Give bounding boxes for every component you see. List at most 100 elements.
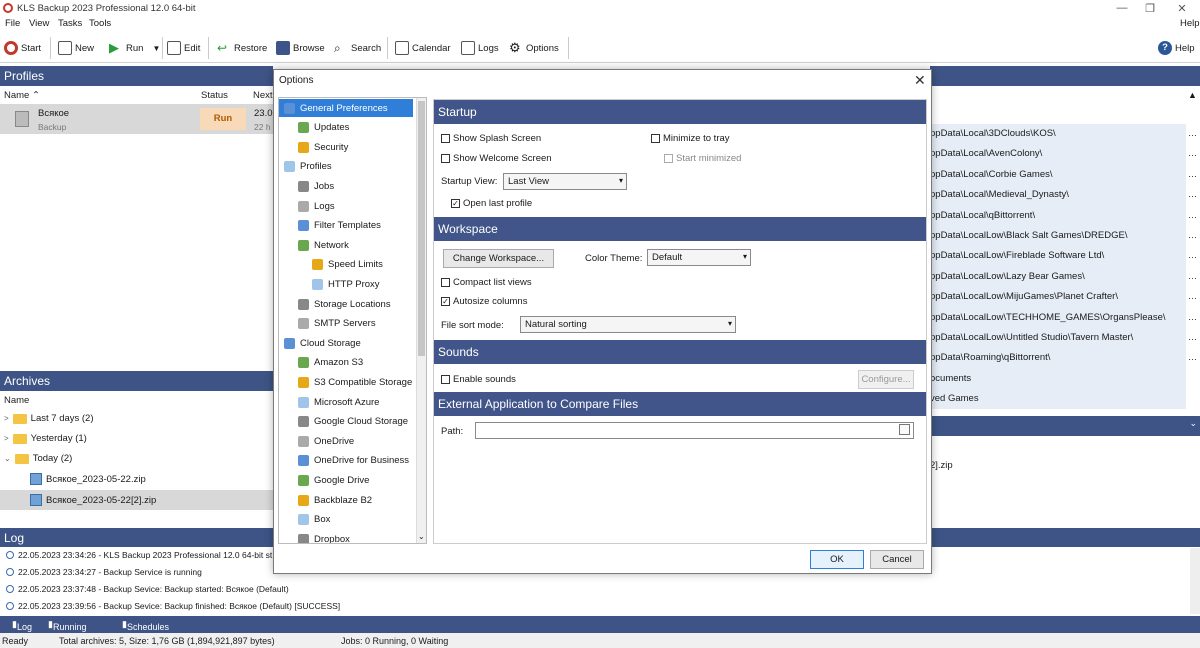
new-button[interactable]: New [58, 39, 94, 57]
compact-list-checkbox[interactable]: Compact list views [441, 277, 532, 288]
nav-item-network[interactable]: Network [296, 236, 353, 254]
menu-help[interactable]: Help [1180, 18, 1200, 29]
archive-file[interactable]: Всякое_2023-05-22.zip [30, 473, 146, 485]
nav-item-storage-locations[interactable]: Storage Locations [296, 295, 395, 313]
start-button[interactable]: Start [4, 39, 41, 57]
nav-item-box[interactable]: Box [296, 511, 334, 529]
column-name[interactable]: Name ⌃ [4, 90, 40, 101]
right-path-item[interactable]: ppData\LocalLow\Black Salt Games\DREDGE\ [930, 230, 1127, 241]
right-path-item[interactable]: ved Games [930, 393, 979, 404]
path-browse-button[interactable]: … [1188, 189, 1197, 199]
nav-item-speed-limits[interactable]: Speed Limits [310, 256, 387, 274]
path-browse-button[interactable]: … [1188, 210, 1197, 220]
menu-file[interactable]: File [5, 18, 20, 29]
nav-item-updates[interactable]: Updates [296, 119, 353, 137]
menu-view[interactable]: View [29, 18, 49, 29]
minimize-button[interactable]: — [1112, 2, 1132, 14]
path-browse-button[interactable]: … [1188, 230, 1197, 240]
nav-item-general-preferences[interactable]: General Preferences [279, 99, 413, 117]
nav-item-logs[interactable]: Logs [296, 197, 339, 215]
path-browse-button[interactable]: … [1188, 148, 1197, 158]
nav-item-amazon-s3[interactable]: Amazon S3 [296, 354, 367, 372]
archives-column-name[interactable]: Name [4, 395, 29, 406]
nav-scroll-thumb[interactable] [418, 101, 425, 356]
path-browse-button[interactable]: … [1188, 332, 1197, 342]
nav-item-http-proxy[interactable]: HTTP Proxy [310, 275, 384, 293]
show-welcome-checkbox[interactable]: Show Welcome Screen [441, 153, 552, 164]
nav-scroll-down-icon[interactable]: ⌄ [418, 532, 425, 541]
right-path-item[interactable]: ppData\Local\Corbie Games\ [930, 169, 1053, 180]
logs-button[interactable]: Logs [461, 39, 499, 57]
restore-button[interactable]: ↩ Restore [217, 39, 267, 57]
close-window-button[interactable]: ✕ [1172, 2, 1192, 15]
right-path-item[interactable]: ppData\LocalLow\Untitled Studio\Tavern M… [930, 332, 1133, 343]
startup-view-select[interactable]: Last View ▾ [503, 173, 627, 190]
nav-item-dropbox[interactable]: Dropbox [296, 530, 354, 543]
run-dropdown-icon[interactable]: ▼ [152, 44, 160, 53]
enable-sounds-checkbox[interactable]: Enable sounds [441, 374, 516, 385]
tab-schedules[interactable]: ▮ Schedules [122, 619, 169, 632]
nav-item-security[interactable]: Security [296, 138, 352, 156]
path-browse-button[interactable]: … [1188, 169, 1197, 179]
path-browse-button[interactable]: … [1188, 271, 1197, 281]
menu-tasks[interactable]: Tasks [58, 18, 82, 29]
right-scroll-up[interactable]: ▲ [1188, 90, 1197, 100]
browse-button[interactable]: Browse [276, 39, 325, 57]
file-sort-select[interactable]: Natural sorting ▾ [520, 316, 736, 333]
right-archive-file[interactable]: 2].zip [930, 460, 953, 471]
path-browse-button[interactable]: … [1188, 352, 1197, 362]
right-path-item[interactable]: ppData\LocalLow\MijuGames\Planet Crafter… [930, 291, 1118, 302]
menu-tools[interactable]: Tools [89, 18, 111, 29]
calendar-button[interactable]: Calendar [395, 39, 451, 57]
dialog-close-icon[interactable]: ✕ [914, 72, 926, 89]
options-button[interactable]: ⚙ Options [509, 39, 559, 57]
autosize-columns-checkbox[interactable]: ✓ Autosize columns [441, 296, 527, 307]
profile-run-button[interactable]: Run [200, 108, 246, 130]
start-minimized-checkbox[interactable]: Start minimized [664, 153, 741, 164]
right-path-item[interactable]: ppData\LocalLow\TECHHOME_GAMES\OrgansPle… [930, 312, 1166, 323]
open-last-profile-checkbox[interactable]: ✓ Open last profile [451, 198, 532, 209]
nav-item-google-drive[interactable]: Google Drive [296, 471, 373, 489]
nav-item-s3-compatible-storage[interactable]: S3 Compatible Storage [296, 373, 416, 391]
tab-log[interactable]: ▮ Log [12, 619, 32, 632]
archive-group-yesterday[interactable]: > Yesterday (1) [4, 433, 87, 444]
show-splash-checkbox[interactable]: Show Splash Screen [441, 133, 541, 144]
change-workspace-button[interactable]: Change Workspace... [443, 249, 554, 268]
nav-item-jobs[interactable]: Jobs [296, 177, 338, 195]
color-theme-select[interactable]: Default ▾ [647, 249, 751, 266]
minimize-tray-checkbox[interactable]: Minimize to tray [651, 133, 730, 144]
ok-button[interactable]: OK [810, 550, 864, 569]
right-path-item[interactable]: ppData\LocalLow\Fireblade Software Ltd\ [930, 250, 1104, 261]
edit-button[interactable]: Edit [167, 39, 200, 57]
run-button[interactable]: ▶ Run ▼ [109, 39, 160, 57]
nav-item-google-cloud-storage[interactable]: Google Cloud Storage [296, 413, 412, 431]
search-button[interactable]: ⌕ Search [334, 39, 381, 57]
path-browse-button[interactable]: … [1188, 312, 1197, 322]
configure-sounds-button[interactable]: Configure... [858, 370, 914, 389]
archive-file-selected[interactable]: Всякое_2023-05-22[2].zip [30, 494, 156, 506]
column-next[interactable]: Next [253, 90, 273, 101]
path-browse-button[interactable]: … [1188, 291, 1197, 301]
right-path-item[interactable]: ocuments [930, 373, 971, 384]
nav-item-smtp-servers[interactable]: SMTP Servers [296, 315, 380, 333]
path-input[interactable] [475, 422, 914, 439]
archive-group-today[interactable]: ⌄ Today (2) [4, 453, 72, 464]
right-path-item[interactable]: ppData\Local\qBittorrent\ [930, 210, 1035, 221]
right-path-item[interactable]: ppData\Local\3DClouds\KOS\ [930, 128, 1056, 139]
cancel-button[interactable]: Cancel [870, 550, 924, 569]
nav-item-filter-templates[interactable]: Filter Templates [296, 217, 385, 235]
right-path-item[interactable]: ppData\Roaming\qBittorrent\ [930, 352, 1050, 363]
right-path-item[interactable]: ppData\Local\Medieval_Dynasty\ [930, 189, 1069, 200]
path-browse-button[interactable]: … [1188, 250, 1197, 260]
nav-item-onedrive-for-business[interactable]: OneDrive for Business [296, 452, 413, 470]
column-status[interactable]: Status [201, 90, 228, 101]
nav-item-microsoft-azure[interactable]: Microsoft Azure [296, 393, 383, 411]
log-scrollbar[interactable] [1190, 548, 1200, 614]
nav-item-cloud-storage[interactable]: Cloud Storage [282, 334, 365, 352]
nav-item-backblaze-b2[interactable]: Backblaze B2 [296, 491, 376, 509]
path-browse-button[interactable]: … [1188, 128, 1197, 138]
archive-group-last7[interactable]: > Last 7 days (2) [4, 413, 94, 424]
right-path-item[interactable]: ppData\LocalLow\Lazy Bear Games\ [930, 271, 1085, 282]
profile-row[interactable]: Всякое Backup Run 23.05 22 h [0, 104, 278, 134]
nav-item-profiles[interactable]: Profiles [282, 158, 336, 176]
